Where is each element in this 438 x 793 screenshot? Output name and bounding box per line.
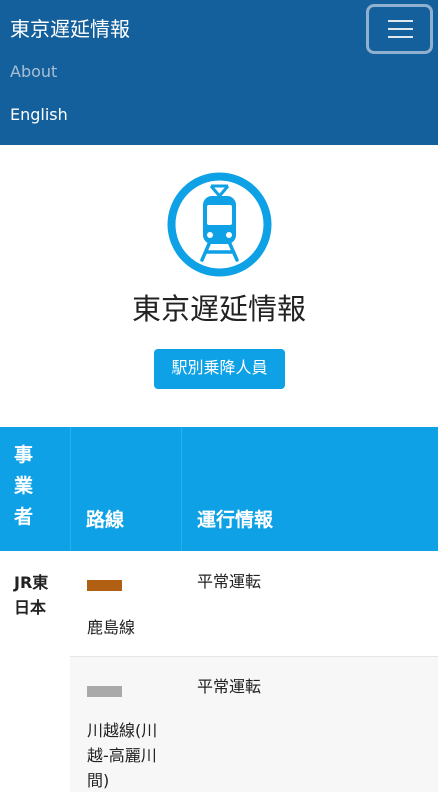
nav-link-english[interactable]: English <box>10 105 68 125</box>
navbar: 東京遅延情報 About English <box>0 0 438 145</box>
line-status: 平常運転 <box>197 677 262 696</box>
brand-link[interactable]: 東京遅延情報 <box>10 16 130 42</box>
menu-toggle-button[interactable] <box>366 4 433 54</box>
company-name: JR東日本 <box>14 573 49 617</box>
line-name: 川越線(川越-高麗川間) <box>87 721 158 790</box>
line-color-swatch <box>87 686 122 697</box>
header-status: 運行情報 <box>197 509 274 531</box>
train-icon <box>167 172 272 277</box>
nav-link-about[interactable]: About <box>10 62 57 82</box>
line-name: 鹿島線 <box>87 618 136 637</box>
line-status: 平常運転 <box>197 572 262 591</box>
header-line: 路線 <box>86 509 125 531</box>
page-title: 東京遅延情報 <box>131 292 306 326</box>
hamburger-icon <box>388 20 413 22</box>
header-company: 事業者 <box>14 444 34 528</box>
line-color-swatch <box>87 580 122 591</box>
station-ridership-button[interactable]: 駅別乗降人員 <box>154 349 285 389</box>
